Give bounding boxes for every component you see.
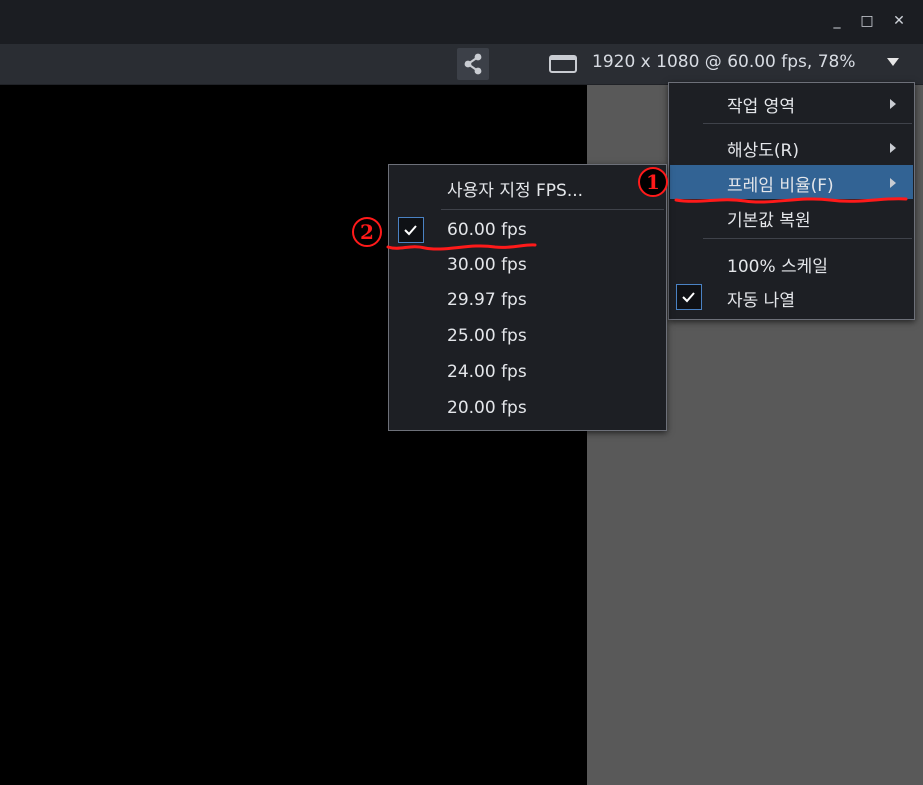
- minimize-button[interactable]: _: [826, 10, 848, 32]
- menu-item-label: 기본값 복원: [727, 211, 811, 231]
- fps-item-custom[interactable]: 사용자 지정 FPS...: [390, 170, 665, 204]
- fps-item-29-97[interactable]: 29.97 fps: [390, 284, 665, 318]
- fps-item-30[interactable]: 30.00 fps: [390, 249, 665, 283]
- menu-item-label: 100% 스케일: [727, 257, 828, 277]
- chevron-right-icon: [890, 99, 896, 109]
- caret-down-icon[interactable]: [886, 56, 900, 68]
- annotation-step-1: 1: [638, 167, 668, 197]
- check-icon: [404, 225, 417, 236]
- fps-item-label: 29.97 fps: [447, 290, 527, 310]
- fps-item-60[interactable]: 60.00 fps: [390, 214, 665, 248]
- menu-item-workspace[interactable]: 작업 영역: [670, 86, 913, 120]
- menu-item-resolution[interactable]: 해상도(R): [670, 130, 913, 164]
- resolution-fps-display[interactable]: 1920 x 1080 @ 60.00 fps, 78%: [592, 52, 856, 72]
- menu-item-auto-arrange[interactable]: 자동 나열: [670, 280, 913, 314]
- menu-item-label: 프레임 비율(F): [727, 176, 834, 196]
- fps-item-label: 25.00 fps: [447, 326, 527, 346]
- chevron-right-icon: [890, 143, 896, 153]
- checkbox-checked: [398, 217, 424, 243]
- fps-item-label: 사용자 지정 FPS...: [447, 181, 584, 201]
- frame-rate-submenu: 사용자 지정 FPS... 60.00 fps 30.00 fps 29.97 …: [388, 164, 667, 431]
- annotation-step-2: 2: [352, 217, 382, 247]
- menu-separator: [703, 123, 912, 124]
- fps-item-24[interactable]: 24.00 fps: [390, 356, 665, 390]
- menu-separator: [703, 238, 912, 239]
- close-button[interactable]: ✕: [888, 10, 910, 32]
- preview-context-menu: 작업 영역 해상도(R) 프레임 비율(F) 기본값 복원 100% 스케일 자…: [668, 82, 915, 320]
- checkbox-checked: [676, 284, 702, 310]
- title-bar: [0, 0, 923, 44]
- fps-item-label: 24.00 fps: [447, 362, 527, 382]
- share-button[interactable]: [457, 48, 489, 80]
- menu-item-100-scale[interactable]: 100% 스케일: [670, 246, 913, 280]
- fps-item-label: 20.00 fps: [447, 398, 527, 418]
- close-icon: ✕: [893, 13, 905, 29]
- menu-item-frame-rate[interactable]: 프레임 비율(F): [670, 165, 913, 199]
- monitor-icon: [549, 55, 577, 73]
- chevron-right-icon: [890, 178, 896, 188]
- menu-item-label: 작업 영역: [727, 97, 795, 117]
- fps-item-20[interactable]: 20.00 fps: [390, 392, 665, 426]
- share-icon: [464, 53, 482, 75]
- menu-item-restore-defaults[interactable]: 기본값 복원: [670, 200, 913, 234]
- fps-item-label: 60.00 fps: [447, 220, 527, 240]
- minimize-icon: _: [833, 13, 841, 29]
- menu-separator: [441, 209, 664, 210]
- fps-item-label: 30.00 fps: [447, 255, 527, 275]
- fps-item-25[interactable]: 25.00 fps: [390, 320, 665, 354]
- maximize-icon: □: [860, 13, 874, 29]
- menu-item-label: 해상도(R): [727, 141, 799, 161]
- check-icon: [682, 292, 695, 303]
- menu-item-label: 자동 나열: [727, 291, 795, 311]
- maximize-button[interactable]: □: [856, 10, 878, 32]
